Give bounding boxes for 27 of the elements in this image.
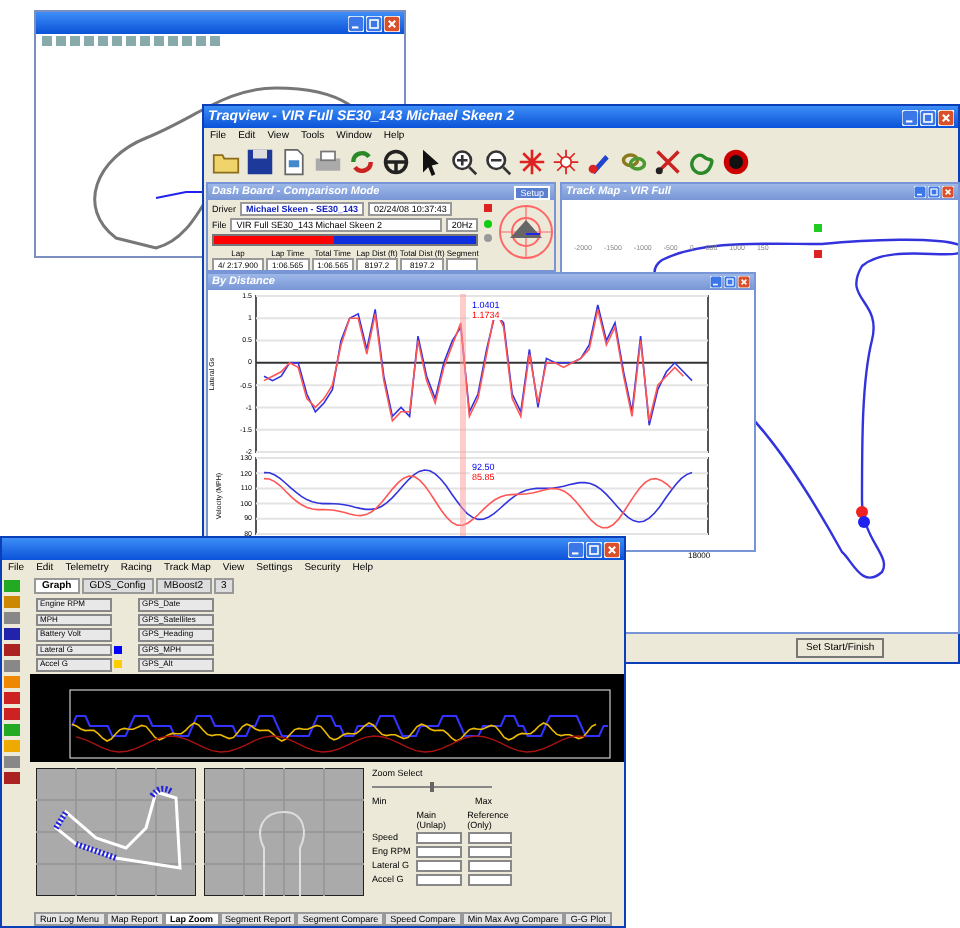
close-button[interactable] bbox=[942, 186, 954, 198]
folder-icon[interactable] bbox=[212, 148, 240, 176]
maximize-button[interactable] bbox=[366, 15, 382, 31]
chain-icon[interactable] bbox=[620, 148, 648, 176]
close-button[interactable] bbox=[384, 15, 400, 31]
refresh-icon[interactable] bbox=[348, 148, 376, 176]
maximize-button[interactable] bbox=[724, 276, 736, 288]
maximize-button[interactable] bbox=[928, 186, 940, 198]
finish-marker bbox=[814, 250, 822, 258]
minimize-button[interactable] bbox=[914, 186, 926, 198]
close-button[interactable] bbox=[738, 276, 750, 288]
minimize-button[interactable] bbox=[710, 276, 722, 288]
steering-wheel-icon[interactable] bbox=[382, 148, 410, 176]
maximize-button[interactable] bbox=[920, 109, 936, 125]
floppy-icon[interactable] bbox=[246, 148, 274, 176]
printer-icon[interactable] bbox=[314, 148, 342, 176]
minimize-button[interactable] bbox=[902, 109, 918, 125]
crosshair-icon[interactable] bbox=[518, 148, 546, 176]
close-button[interactable] bbox=[604, 541, 620, 557]
maximize-button[interactable] bbox=[586, 541, 602, 557]
start-marker bbox=[814, 224, 822, 232]
zoom-out-icon[interactable] bbox=[484, 148, 512, 176]
minimize-button[interactable] bbox=[568, 541, 584, 557]
zoom-in-icon[interactable] bbox=[450, 148, 478, 176]
minimize-button[interactable] bbox=[348, 15, 364, 31]
close-button[interactable] bbox=[938, 109, 954, 125]
document-icon[interactable] bbox=[280, 148, 308, 176]
